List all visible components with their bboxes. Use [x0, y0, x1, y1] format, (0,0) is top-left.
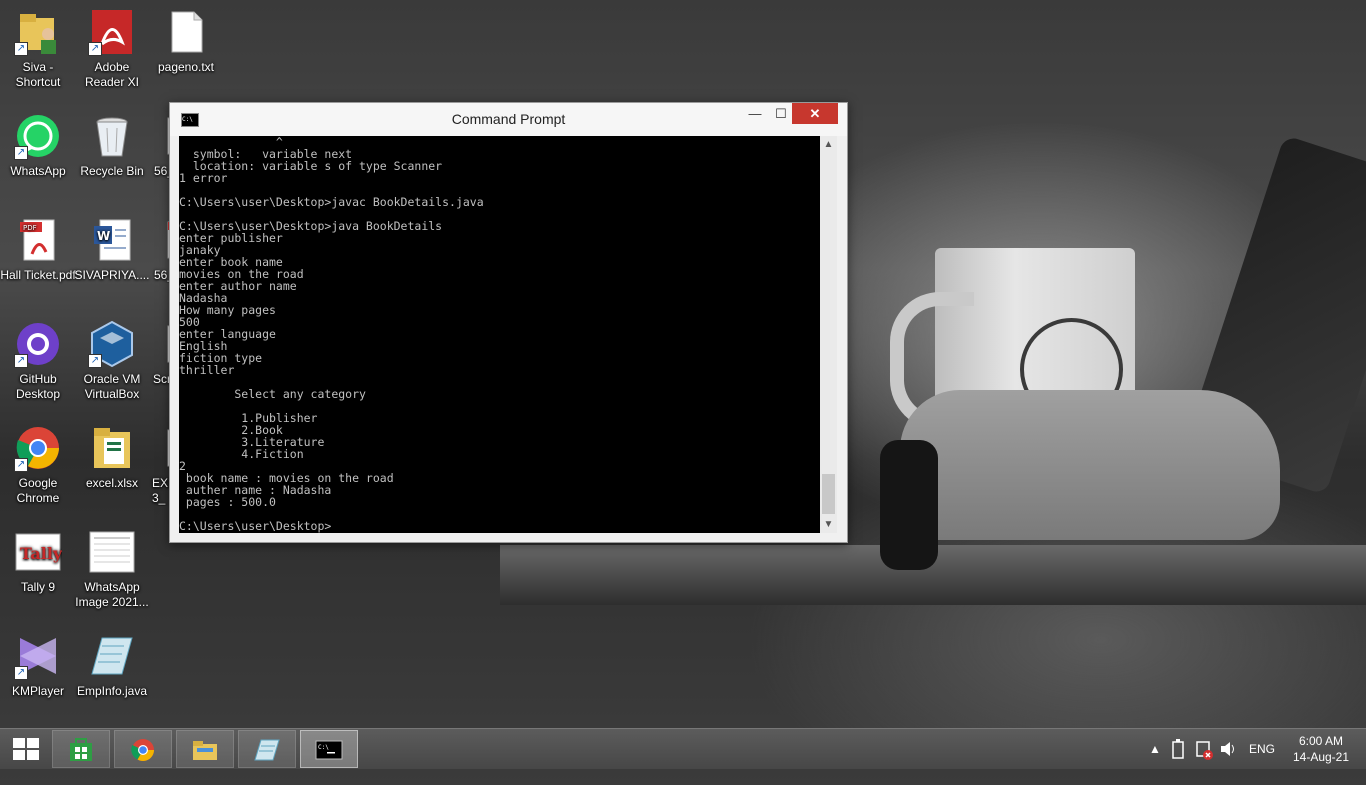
- maximize-button[interactable]: ☐: [768, 103, 794, 124]
- tally-icon: Tally: [14, 528, 63, 576]
- desktop-icon-whatsapp-image[interactable]: WhatsApp Image 2021...: [74, 528, 150, 610]
- taskbar-store[interactable]: [52, 730, 110, 768]
- desktop-icon-recycle-bin[interactable]: Recycle Bin: [74, 112, 150, 179]
- desktop-icon-hall-ticket[interactable]: PDF Hall Ticket.pdf: [0, 216, 76, 283]
- taskbar-command-prompt[interactable]: C:\: [300, 730, 358, 768]
- background-photo-watch: [880, 440, 938, 570]
- taskbar-chrome[interactable]: [114, 730, 172, 768]
- desktop-icon-excel[interactable]: excel.xlsx: [74, 424, 150, 491]
- desktop-icon-whatsapp[interactable]: ↗ WhatsApp: [0, 112, 76, 179]
- clock-date: 14-Aug-21: [1292, 750, 1350, 764]
- excel-file-icon: [88, 424, 136, 472]
- cmd-icon: C:\: [315, 740, 343, 760]
- minimize-button[interactable]: —: [742, 103, 768, 124]
- desktop-icon-sivapriya[interactable]: W SIVAPRIYA....: [74, 216, 150, 283]
- svg-text:W: W: [97, 229, 110, 243]
- desktop-icon-github-desktop[interactable]: ↗ GitHub Desktop: [0, 320, 76, 402]
- adobe-reader-icon: ↗: [88, 8, 136, 56]
- console-output[interactable]: ^ symbol: variable next location: variab…: [179, 136, 820, 533]
- user-folder-icon: ↗: [14, 8, 62, 56]
- show-hidden-icons-chevron-up-icon[interactable]: ▲: [1148, 729, 1162, 769]
- desktop-icon-adobe-reader[interactable]: ↗ Adobe Reader XI: [74, 8, 150, 90]
- desktop-icon-empinfo-java[interactable]: EmpInfo.java: [74, 632, 150, 699]
- svg-text:C:\: C:\: [318, 744, 329, 751]
- taskbar: C:\ ▲ ENG 6:00 AM 14-Aug-21: [0, 728, 1366, 769]
- clock[interactable]: 6:00 AM 14-Aug-21: [1284, 733, 1358, 765]
- desktop-icon-tally[interactable]: Tally Tally 9: [0, 528, 76, 595]
- start-button[interactable]: [0, 729, 50, 769]
- desktop-icon-siva-shortcut[interactable]: ↗ Siva - Shortcut: [0, 8, 76, 90]
- scroll-thumb[interactable]: [822, 474, 835, 514]
- power-battery-icon[interactable]: [1170, 729, 1190, 769]
- desktop-icon-google-chrome[interactable]: ↗ Google Chrome: [0, 424, 76, 506]
- store-icon: [70, 738, 92, 761]
- network-warning-icon[interactable]: [1194, 729, 1214, 769]
- chrome-icon: [131, 739, 154, 761]
- image-file-icon: [88, 528, 136, 576]
- desktop-icon-kmplayer[interactable]: ↗ KMPlayer: [0, 632, 76, 699]
- language-indicator[interactable]: ENG: [1246, 729, 1278, 769]
- pdf-file-icon: PDF: [14, 216, 62, 264]
- text-file-icon: [162, 8, 210, 56]
- taskbar-file-explorer[interactable]: [176, 730, 234, 768]
- whatsapp-icon: ↗: [14, 112, 62, 160]
- clock-time: 6:00 AM: [1298, 734, 1344, 748]
- virtualbox-icon: ↗: [88, 320, 136, 368]
- github-icon: ↗: [14, 320, 62, 368]
- svg-text:PDF: PDF: [23, 224, 37, 232]
- volume-speaker-icon[interactable]: [1218, 729, 1238, 769]
- close-button[interactable]: ✕: [792, 103, 838, 124]
- desktop-icon-pageno-txt[interactable]: pageno.txt: [148, 8, 224, 75]
- java-file-icon: [88, 632, 136, 680]
- taskbar-notepad[interactable]: [238, 730, 296, 768]
- command-prompt-window[interactable]: C:\ Command Prompt — ☐ ✕ ^ symbol: varia…: [169, 102, 848, 543]
- notepad-icon: [254, 739, 280, 761]
- recycle-bin-icon: [88, 112, 136, 160]
- vertical-scrollbar[interactable]: ▲ ▼: [820, 136, 837, 533]
- folder-icon: [193, 741, 217, 760]
- svg-text:Tally: Tally: [20, 544, 62, 563]
- console-text: ^ symbol: variable next location: variab…: [179, 136, 484, 533]
- word-file-icon: W: [88, 216, 136, 264]
- windows-logo-icon: [13, 738, 39, 760]
- background-photo-hand: [900, 390, 1280, 540]
- kmplayer-icon: ↗: [14, 632, 62, 680]
- desktop-icon-oracle-virtualbox[interactable]: ↗ Oracle VM VirtualBox: [74, 320, 150, 402]
- window-titlebar[interactable]: C:\ Command Prompt — ☐ ✕: [170, 103, 847, 136]
- scroll-down-arrow-icon[interactable]: ▼: [820, 516, 837, 533]
- chrome-icon: ↗: [14, 424, 62, 472]
- scroll-up-arrow-icon[interactable]: ▲: [820, 136, 837, 153]
